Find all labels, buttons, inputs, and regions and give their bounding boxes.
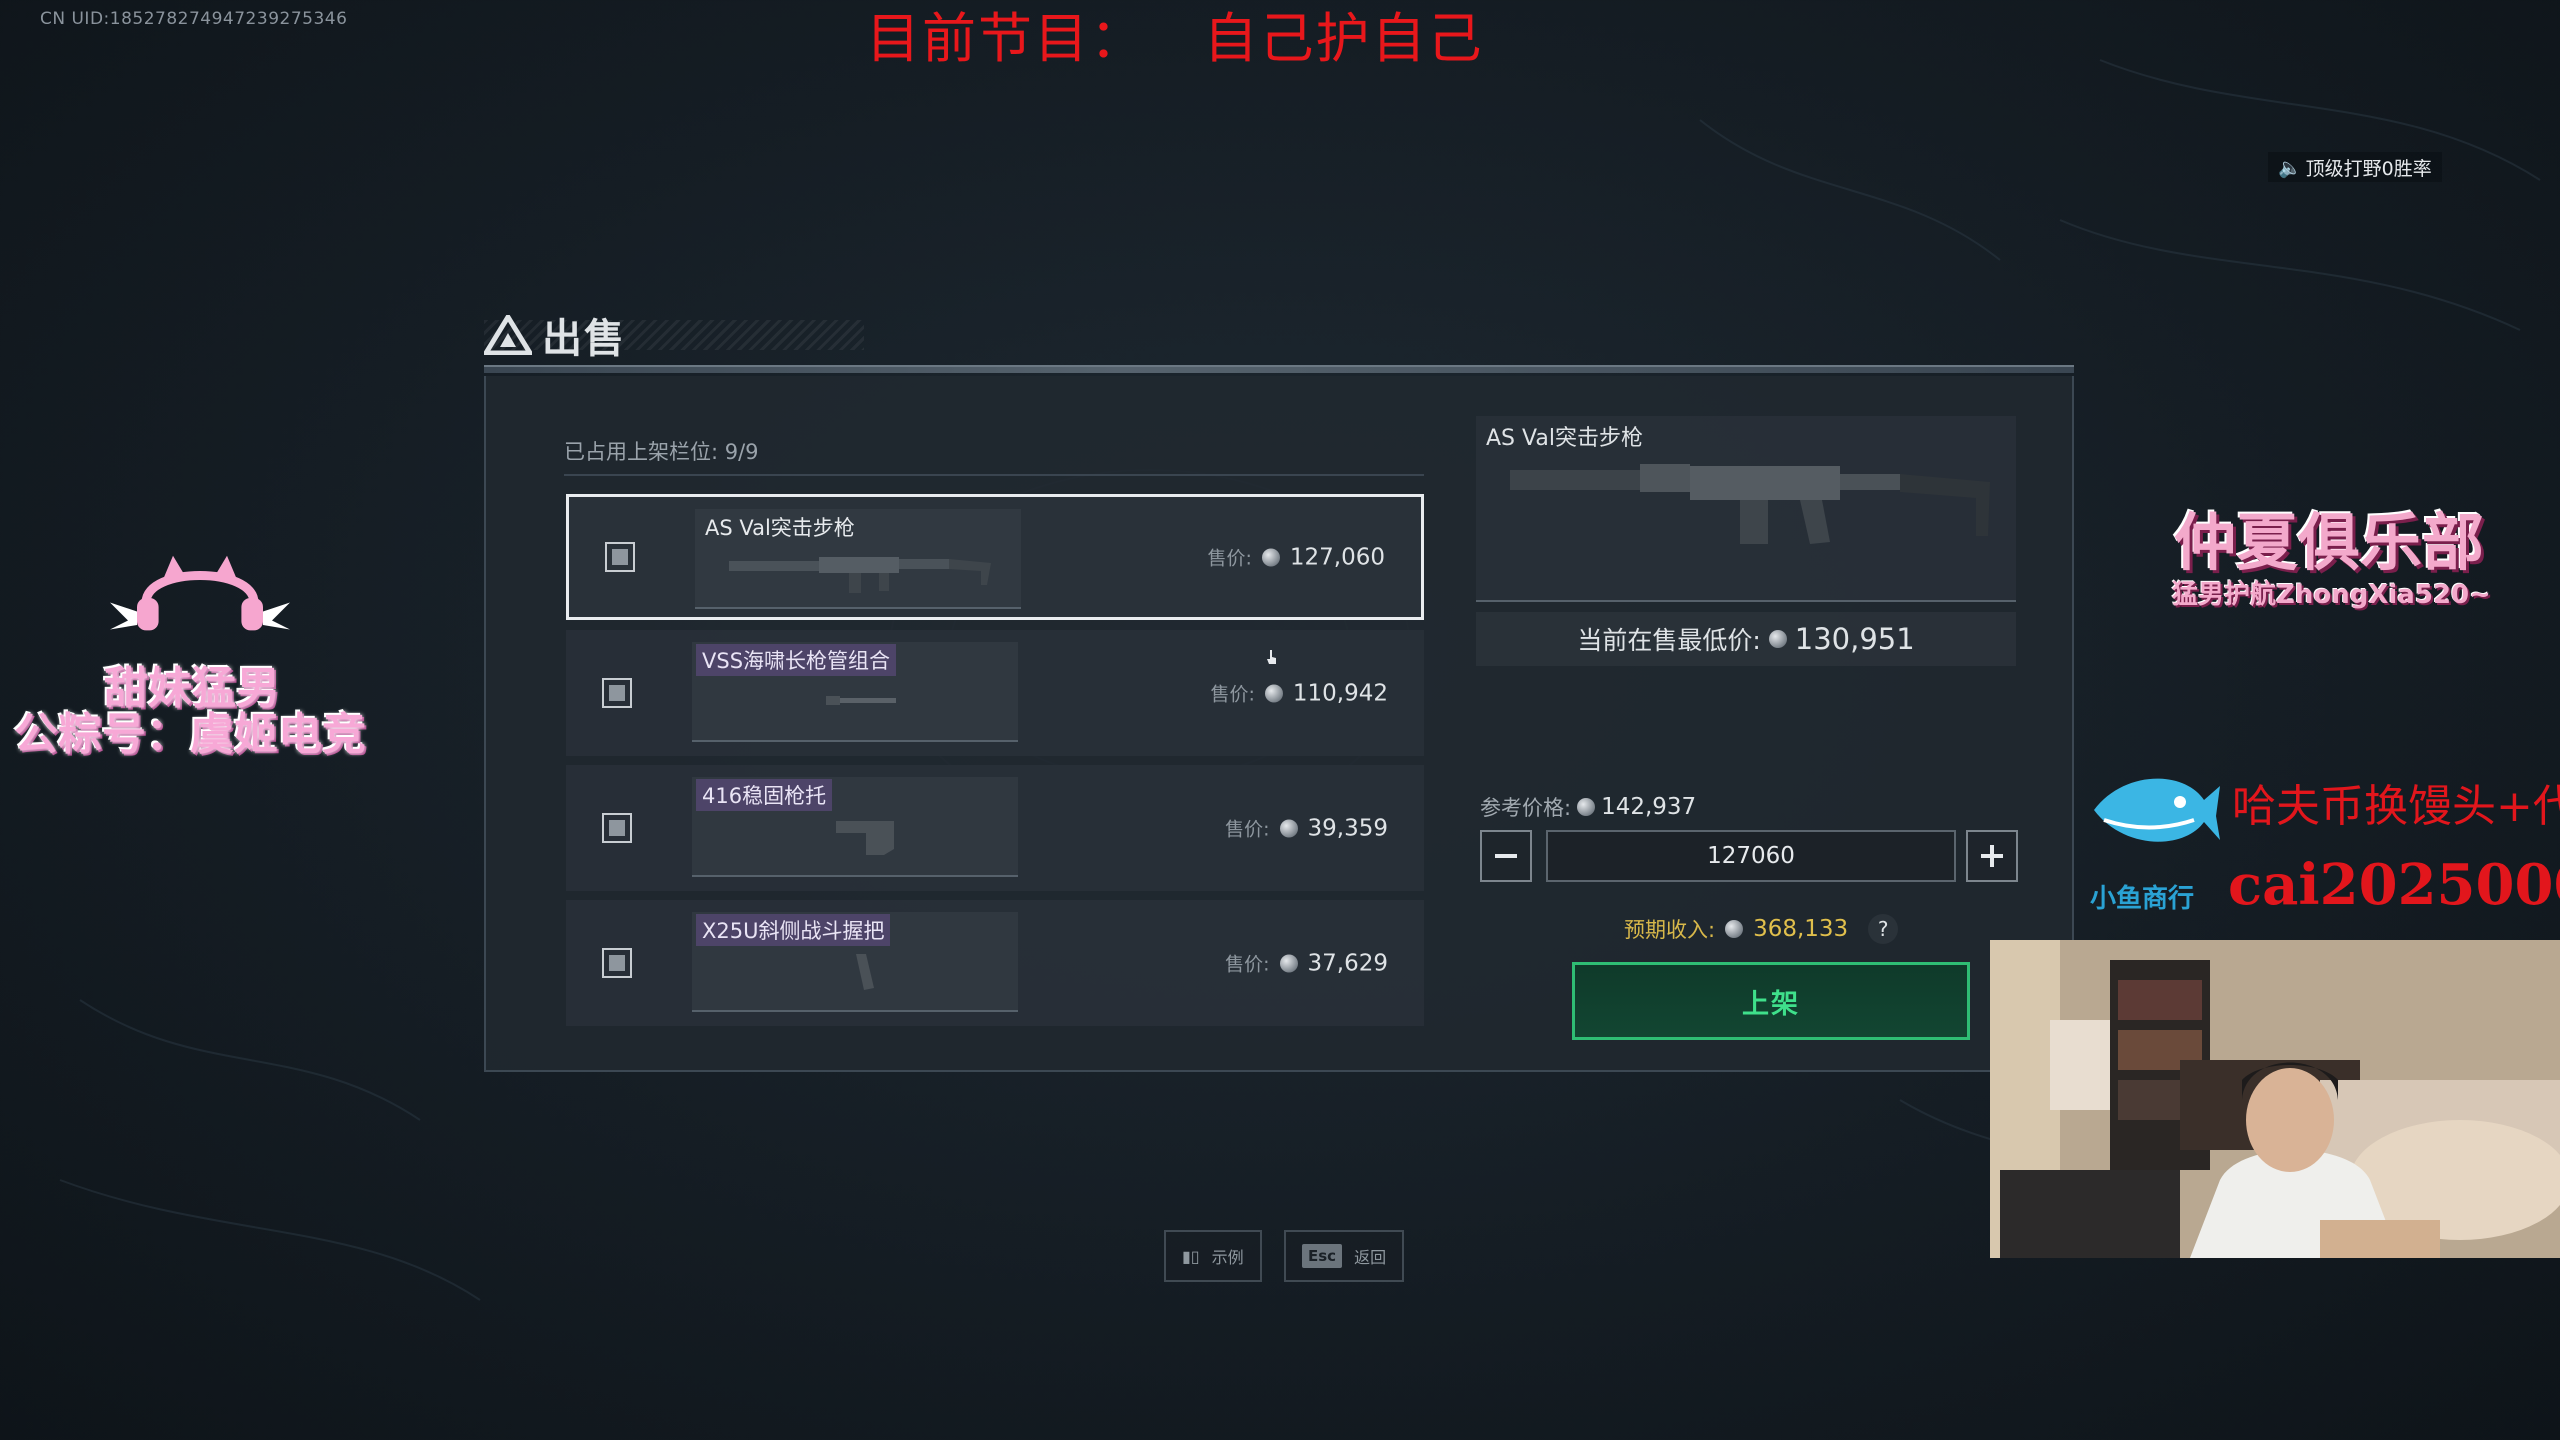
income-label: 预期收入: <box>1624 918 1716 942</box>
ad-line-2: cai20250004 <box>2228 852 2560 918</box>
panel-header: 出售 <box>484 306 626 364</box>
back-button[interactable]: Esc 返回 <box>1284 1230 1405 1282</box>
slots-used: 已占用上架栏位: 9/9 <box>564 440 759 464</box>
increase-price-button[interactable] <box>1966 830 2018 882</box>
income-value: 368,133 <box>1753 916 1849 942</box>
price-value: 110,942 <box>1292 680 1388 706</box>
esc-key-icon: Esc <box>1302 1244 1343 1268</box>
coin-icon <box>1279 819 1298 837</box>
speaker-icon: 🔈 <box>2278 156 2302 179</box>
item-checkbox[interactable] <box>602 948 632 978</box>
coin-icon <box>1261 548 1280 566</box>
item-name: VSS海啸长枪管组合 <box>696 644 897 676</box>
example-button[interactable]: ▮▯ 示例 <box>1164 1230 1262 1282</box>
reference-price-value: 142,937 <box>1601 794 1697 820</box>
decrease-price-button[interactable] <box>1480 830 1532 882</box>
list-divider <box>564 474 1424 476</box>
reference-price-label: 参考价格: <box>1480 796 1572 820</box>
barrel-icon <box>826 696 896 705</box>
rifle-icon <box>729 557 991 593</box>
notice-text: 顶级打野0胜率 <box>2305 157 2432 180</box>
coin-icon <box>1264 684 1283 702</box>
price-value: 37,629 <box>1307 950 1388 976</box>
item-checkbox[interactable] <box>602 678 632 708</box>
item-price: 售价: 127,060 <box>1207 544 1385 571</box>
club-name: 仲夏俱乐部 <box>2174 506 2485 579</box>
list-for-sale-button[interactable]: 上架 <box>1572 962 1970 1040</box>
header-line <box>484 365 2074 373</box>
coin-icon <box>1725 920 1744 938</box>
lowest-price-box: 当前在售最低价: 130,951 <box>1476 612 2016 666</box>
book-icon: ▮▯ <box>1182 1246 1200 1266</box>
sell-item-row[interactable]: VSS海啸长枪管组合 售价: 110,942 <box>566 630 1424 756</box>
rifle-preview-icon <box>1510 464 1990 544</box>
club-subtitle: 猛男护航ZhongXia520~ <box>2172 580 2491 610</box>
price-input[interactable] <box>1546 830 1956 882</box>
item-price: 售价: 37,629 <box>1225 950 1388 977</box>
sell-item-row[interactable]: AS Val突击步枪 售价: 127,060 <box>566 494 1424 620</box>
price-label: 售价: <box>1225 953 1270 976</box>
reference-price: 参考价格: 142,937 <box>1480 792 1696 822</box>
coin-icon <box>1279 954 1298 972</box>
lowest-price-value: 130,951 <box>1794 622 1915 656</box>
price-value: 39,359 <box>1307 815 1388 841</box>
fish-logo-icon <box>2094 778 2220 842</box>
expected-income: 预期收入: 368,133 ? <box>1624 914 1899 944</box>
sell-item-row[interactable]: X25U斜侧战斗握把 售价: 37,629 <box>566 900 1424 1026</box>
price-label: 售价: <box>1207 547 1252 570</box>
example-label: 示例 <box>1211 1248 1244 1267</box>
item-price: 售价: 39,359 <box>1225 815 1388 842</box>
item-name: 416稳固枪托 <box>696 779 833 811</box>
item-name: AS Val突击步枪 <box>705 516 855 540</box>
stream-uid: CN UID:185278274947239275346 <box>40 9 348 29</box>
item-name: X25U斜侧战斗握把 <box>696 914 891 946</box>
badge-line-2: 公粽号：虞姬电竞 <box>14 709 366 760</box>
program-title: 目前节目： 自己护自己 <box>866 7 1484 70</box>
cat-headphones-logo-icon <box>110 555 290 631</box>
back-label: 返回 <box>1354 1248 1387 1267</box>
notice-badge: 🔈 顶级打野0胜率 <box>2268 152 2442 182</box>
item-checkbox[interactable] <box>605 542 635 572</box>
stock-icon <box>836 821 894 855</box>
grip-icon <box>856 954 874 990</box>
streamer-badge-left: 甜妹猛男 公粽号：虞姬电竞 <box>10 548 380 760</box>
coin-icon <box>1768 630 1787 648</box>
detail-item-name: AS Val突击步枪 <box>1486 426 1643 451</box>
lowest-price-label: 当前在售最低价: <box>1577 626 1761 655</box>
webcam-feed <box>1990 940 2560 1258</box>
ad-line-1: 哈夫币换馒头+代肝 <box>2232 781 2560 832</box>
item-checkbox[interactable] <box>602 813 632 843</box>
help-icon[interactable]: ? <box>1868 914 1899 944</box>
price-label: 售价: <box>1225 818 1270 841</box>
price-value: 127,060 <box>1289 544 1385 570</box>
ad-overlay: 哈夫币换馒头+代肝 cai20250004 小鱼商行 <box>2080 760 2560 918</box>
panel-title: 出售 <box>542 316 626 362</box>
sell-item-row[interactable]: 416稳固枪托 售价: 39,359 <box>566 765 1424 891</box>
minus-icon <box>1495 854 1517 858</box>
plus-icon <box>1981 845 2003 867</box>
shop-name: 小鱼商行 <box>2090 884 2195 914</box>
hand-cursor-icon <box>1267 650 1276 664</box>
item-price: 售价: 110,942 <box>1210 680 1388 707</box>
club-badge: 仲夏俱乐部 猛男护航ZhongXia520~ <box>2170 492 2510 622</box>
delta-logo-icon <box>484 315 532 355</box>
price-label: 售价: <box>1210 683 1255 706</box>
coin-icon <box>1577 798 1596 816</box>
